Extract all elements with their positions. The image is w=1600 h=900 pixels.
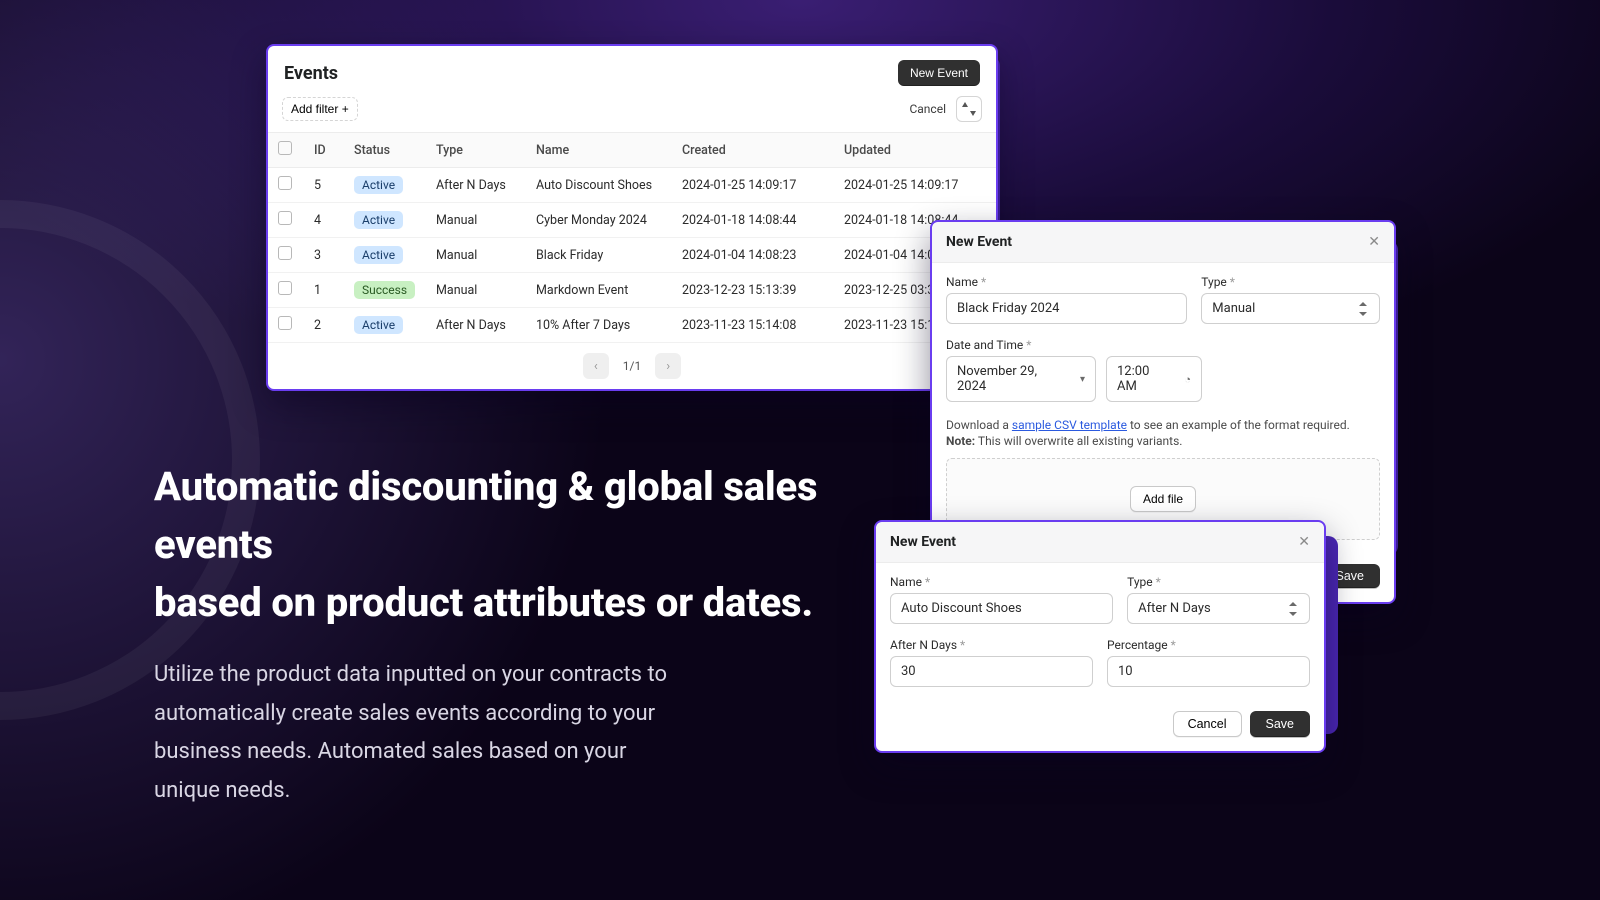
name-label: Name <box>890 575 1113 589</box>
chevron-down-icon: ▾ <box>1080 374 1085 385</box>
table-row[interactable]: 4 Active ManualCyber Monday 20242024-01-18… <box>268 203 996 238</box>
cancel-link[interactable]: Cancel <box>909 102 946 116</box>
overwrite-note: Note: This will overwrite all existing v… <box>946 432 1380 448</box>
pager-next[interactable]: › <box>655 353 681 379</box>
cell-id: 2 <box>304 308 344 343</box>
save-button[interactable]: Save <box>1250 711 1311 737</box>
name-input[interactable]: Black Friday 2024 <box>946 293 1187 324</box>
add-filter-button[interactable]: Add filter + <box>282 97 358 121</box>
cell-created: 2024-01-18 14:08:44 <box>672 203 834 238</box>
date-input[interactable]: November 29, 2024 ▾ <box>946 356 1096 402</box>
after-n-days-input[interactable]: 30 <box>890 656 1093 687</box>
status-badge: Success <box>354 281 415 299</box>
events-header: Events New Event <box>268 46 996 96</box>
cell-type: After N Days <box>426 168 526 203</box>
status-badge: Active <box>354 316 403 334</box>
percentage-label: Percentage <box>1107 638 1310 652</box>
after-n-days-label: After N Days <box>890 638 1093 652</box>
close-icon[interactable]: ✕ <box>1298 534 1310 550</box>
cell-name: 10% After 7 Days <box>526 308 672 343</box>
modal1-header: New Event ✕ <box>932 222 1394 263</box>
add-file-button[interactable]: Add file <box>1130 486 1196 512</box>
cell-updated: 2024-01-25 14:09:17 <box>834 168 996 203</box>
cancel-button[interactable]: Cancel <box>1173 711 1242 737</box>
download-hint: Download a sample CSV template to see an… <box>946 416 1380 432</box>
col-updated[interactable]: Updated <box>834 133 996 168</box>
cell-type: Manual <box>426 273 526 308</box>
cell-type: Manual <box>426 238 526 273</box>
pager-prev[interactable]: ‹ <box>583 353 609 379</box>
col-type[interactable]: Type <box>426 133 526 168</box>
headline: Automatic discounting & global sales eve… <box>154 458 894 632</box>
type-label: Type <box>1201 275 1380 289</box>
new-event-modal-aftern: New Event ✕ Name Auto Discount Shoes Typ… <box>874 520 1326 753</box>
cell-id: 5 <box>304 168 344 203</box>
row-checkbox[interactable] <box>278 211 292 225</box>
row-checkbox[interactable] <box>278 246 292 260</box>
pager-label: 1/1 <box>623 359 641 373</box>
table-row[interactable]: 5ActiveAfter N DaysAuto Discount Shoes20… <box>268 168 996 203</box>
table-header-row: ID Status Type Name Created Updated <box>268 133 996 168</box>
events-title: Events <box>284 63 338 84</box>
time-input[interactable]: 12:00 AM ◔ <box>1106 356 1202 402</box>
chevron-up-down-icon <box>1289 602 1299 616</box>
marketing-copy: Automatic discounting & global sales eve… <box>154 458 894 810</box>
name-input[interactable]: Auto Discount Shoes <box>890 593 1113 624</box>
table-row[interactable]: 2 Active After N Days10% After 7 Days2023-… <box>268 308 996 343</box>
type-select[interactable]: Manual <box>1201 293 1380 324</box>
col-id[interactable]: ID <box>304 133 344 168</box>
chevron-up-down-icon <box>1359 302 1369 316</box>
headline-line1: Automatic discounting & global sales eve… <box>154 463 817 568</box>
table-row[interactable]: 3 Active ManualBlack Friday2024-01-04 14:0… <box>268 238 996 273</box>
col-name[interactable]: Name <box>526 133 672 168</box>
cell-created: 2024-01-04 14:08:23 <box>672 238 834 273</box>
col-created[interactable]: Created <box>672 133 834 168</box>
table-row[interactable]: 1 Success ManualMarkdown Event2023-12-23 1… <box>268 273 996 308</box>
select-all-checkbox[interactable] <box>278 141 292 155</box>
percentage-input[interactable]: 10 <box>1107 656 1310 687</box>
body-copy: Utilize the product data inputted on you… <box>154 656 684 810</box>
status-badge: Active <box>354 246 403 264</box>
cell-created: 2023-12-23 15:13:39 <box>672 273 834 308</box>
cell-name: Cyber Monday 2024 <box>526 203 672 238</box>
headline-line2: based on product attributes or dates. <box>154 579 813 626</box>
cell-type: After N Days <box>426 308 526 343</box>
cell-name: Auto Discount Shoes <box>526 168 672 203</box>
type-label: Type <box>1127 575 1310 589</box>
modal2-footer: Cancel Save <box>876 701 1324 751</box>
cell-id: 4 <box>304 203 344 238</box>
cell-type: Manual <box>426 203 526 238</box>
cell-id: 1 <box>304 273 344 308</box>
sort-button[interactable] <box>956 96 982 122</box>
new-event-button[interactable]: New Event <box>898 60 980 86</box>
cell-name: Markdown Event <box>526 273 672 308</box>
row-checkbox[interactable] <box>278 176 292 190</box>
clock-icon: ◔ <box>1184 373 1191 386</box>
row-checkbox[interactable] <box>278 316 292 330</box>
cell-created: 2023-11-23 15:14:08 <box>672 308 834 343</box>
cell-name: Black Friday <box>526 238 672 273</box>
events-card: Events New Event Add filter + Cancel ID … <box>266 44 998 391</box>
events-table: ID Status Type Name Created Updated 5 Act… <box>268 132 996 343</box>
datetime-label: Date and Time <box>946 338 1380 352</box>
modal2-header: New Event ✕ <box>876 522 1324 563</box>
events-toolbar: Add filter + Cancel <box>268 96 996 132</box>
col-status[interactable]: Status <box>344 133 426 168</box>
row-checkbox[interactable] <box>278 281 292 295</box>
close-icon[interactable]: ✕ <box>1368 234 1380 250</box>
sample-csv-link[interactable]: sample CSV template <box>1012 418 1127 432</box>
pager: ‹ 1/1 › <box>268 343 996 389</box>
cell-created: 2024-01-25 14:09:17 <box>672 168 834 203</box>
modal2-title: New Event <box>890 534 956 550</box>
modal1-title: New Event <box>946 234 1012 250</box>
status-badge: Active <box>354 211 403 229</box>
cell-id: 3 <box>304 238 344 273</box>
name-label: Name <box>946 275 1187 289</box>
status-badge: Active <box>354 176 403 194</box>
type-select[interactable]: After N Days <box>1127 593 1310 624</box>
sort-icon <box>962 102 976 116</box>
